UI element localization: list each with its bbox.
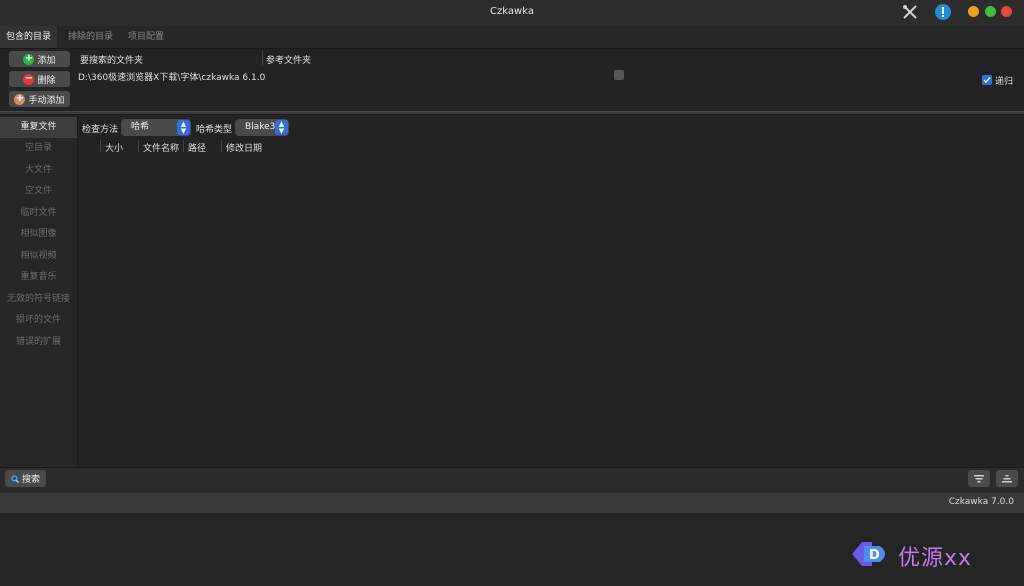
nav-duplicate-files[interactable]: 重复文件 <box>0 117 77 138</box>
pane-splitter[interactable] <box>0 111 1024 115</box>
column-filename[interactable]: 文件名称 <box>143 141 179 154</box>
watermark-text: 优源xx <box>898 546 973 571</box>
column-separator <box>262 51 263 65</box>
tab-project-config[interactable]: 项目配置 <box>122 26 170 48</box>
column-modified[interactable]: 修改日期 <box>226 141 262 154</box>
window-title: Czkawka <box>490 6 534 17</box>
manual-add-label: 手动添加 <box>28 95 65 106</box>
manual-add-button[interactable]: + 手动添加 <box>9 91 70 107</box>
sort-down-button[interactable] <box>968 470 990 487</box>
close-button[interactable] <box>1001 6 1012 17</box>
column-size[interactable]: 大小 <box>105 141 123 154</box>
check-method-label: 检查方法 <box>82 125 119 135</box>
sort-up-button[interactable] <box>996 470 1018 487</box>
nav-invalid-symlinks[interactable]: 无效的符号链接 <box>0 289 77 310</box>
nav-big-files[interactable]: 大文件 <box>0 160 77 181</box>
remove-label: 删除 <box>37 75 56 86</box>
updown-arrows-icon: ▲ ▼ <box>177 120 190 135</box>
list-down-icon <box>974 474 984 482</box>
column-separator <box>221 140 222 152</box>
recursive-checkbox[interactable] <box>982 75 992 85</box>
hash-type-select[interactable]: Blake3 ▲ ▼ <box>235 119 289 136</box>
hash-type-label: 哈希类型 <box>196 125 233 135</box>
nav-empty-files[interactable]: 空文件 <box>0 181 77 202</box>
reference-folders-header[interactable]: 参考文件夹 <box>266 53 311 66</box>
directory-path[interactable]: D:\360极速浏览器X下载\字体\czkawka 6.1.0 <box>78 70 265 83</box>
nav-temp-files[interactable]: 临时文件 <box>0 203 77 224</box>
search-icon <box>11 474 19 483</box>
nav-empty-dirs[interactable]: 空目录 <box>0 138 77 159</box>
search-folders-header[interactable]: 要搜索的文件夹 <box>80 53 143 66</box>
watermark-logo: D <box>850 538 892 570</box>
column-separator <box>183 140 184 152</box>
tab-included-dirs[interactable]: 包含的目录 <box>0 26 58 48</box>
add-directory-button[interactable]: + 添加 <box>9 51 70 67</box>
minus-icon: − <box>23 73 35 85</box>
list-up-icon <box>1002 474 1012 482</box>
check-icon <box>983 77 991 84</box>
reference-checkbox[interactable] <box>614 70 624 80</box>
search-button[interactable]: 搜索 <box>5 470 46 487</box>
maximize-button[interactable] <box>985 6 996 17</box>
info-icon[interactable] <box>934 3 952 21</box>
nav-broken-files[interactable]: 损坏的文件 <box>0 310 77 331</box>
settings-tools-icon[interactable] <box>901 3 919 21</box>
version-label: Czkawka 7.0.0 <box>948 497 1014 507</box>
recursive-label: 递归 <box>995 77 1014 87</box>
remove-directory-button[interactable]: − 删除 <box>9 71 70 87</box>
updown-arrows-icon: ▲ ▼ <box>275 120 288 135</box>
nav-duplicate-music[interactable]: 重复音乐 <box>0 267 77 288</box>
svg-text:D: D <box>869 548 880 563</box>
plus-icon: + <box>23 53 35 65</box>
column-separator <box>138 140 139 152</box>
tab-excluded-dirs[interactable]: 排除的目录 <box>62 26 119 48</box>
bottom-toolbar <box>0 467 1024 494</box>
column-separator <box>100 140 101 152</box>
minimize-button[interactable] <box>968 6 979 17</box>
status-bar <box>0 493 1024 513</box>
plus-icon: + <box>14 93 26 105</box>
nav-similar-videos[interactable]: 相似视频 <box>0 246 77 267</box>
column-path[interactable]: 路径 <box>188 141 206 154</box>
search-label: 搜索 <box>21 475 40 485</box>
nav-similar-images[interactable]: 相似图像 <box>0 224 77 245</box>
check-method-select[interactable]: 哈希 ▲ ▼ <box>121 119 191 136</box>
nav-bad-extensions[interactable]: 错误的扩展 <box>0 332 77 353</box>
check-method-value: 哈希 <box>131 122 150 132</box>
add-label: 添加 <box>37 55 56 66</box>
tool-sidebar: 重复文件 空目录 大文件 空文件 临时文件 相似图像 相似视频 重复音乐 无效的… <box>0 116 78 467</box>
hash-type-value: Blake3 <box>245 122 276 132</box>
